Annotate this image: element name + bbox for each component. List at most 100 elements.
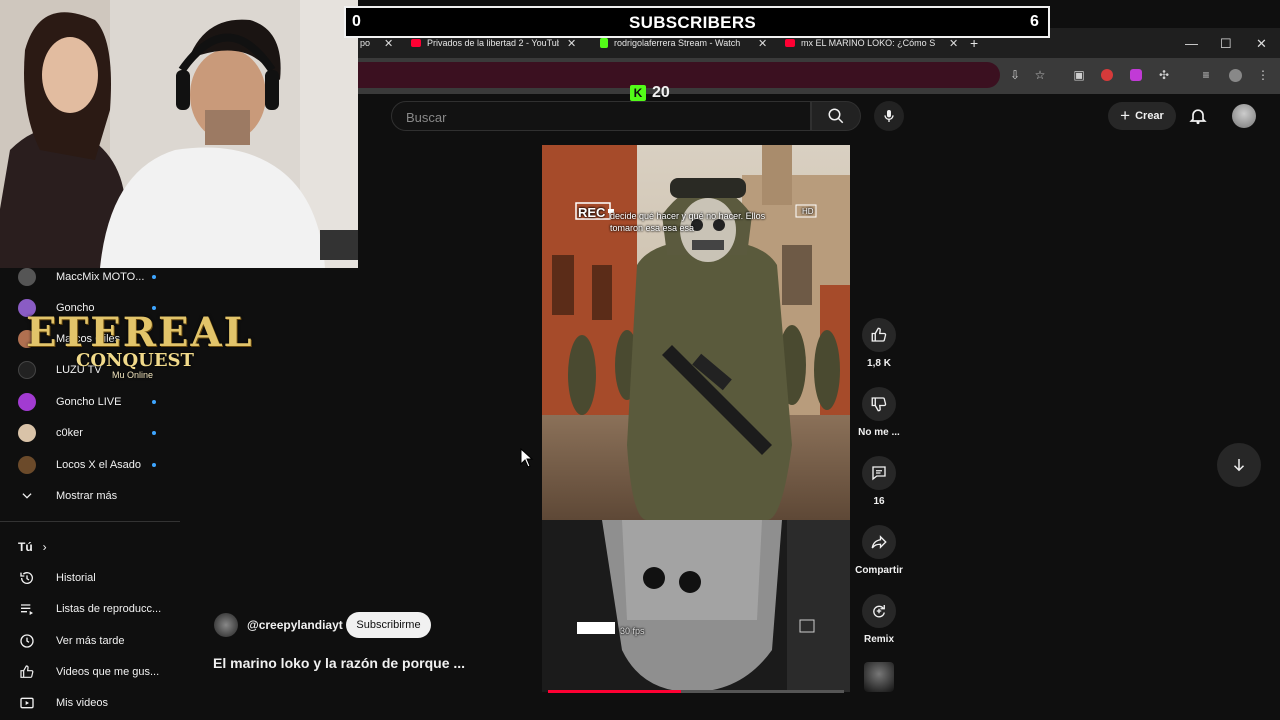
media-control-icon[interactable]: ≡ <box>1199 68 1213 82</box>
notifications-bell-icon[interactable] <box>1188 106 1208 126</box>
sidebar-item-watch-later[interactable]: Ver más tarde <box>18 630 124 652</box>
share-button[interactable] <box>862 525 896 559</box>
short-video-player[interactable] <box>542 145 850 520</box>
close-tab-icon[interactable]: ✕ <box>384 37 393 50</box>
bookmark-star-icon[interactable]: ☆ <box>1033 68 1047 82</box>
sidebar-subscription[interactable]: Goncho LIVE <box>18 391 156 413</box>
remix-button[interactable] <box>862 594 896 628</box>
live-dot <box>152 431 156 435</box>
video-title[interactable]: El marino loko y la razón de porque ... <box>213 655 465 671</box>
tab-label: rodrigolaferrera Stream - Watch <box>614 38 741 48</box>
subscribe-button[interactable]: Subscribirme <box>346 612 431 638</box>
sidebar-item-label: Ver más tarde <box>56 635 125 647</box>
subscribers-start-count: 0 <box>352 13 361 30</box>
video-caption: decide qué hacer y qué no hacer. Ellos t… <box>610 211 766 233</box>
search-input[interactable] <box>404 108 788 126</box>
channel-avatar <box>18 268 36 286</box>
sidebar-divider <box>0 521 180 522</box>
thumbs-up-icon <box>871 327 887 342</box>
chevron-down-icon <box>18 489 36 503</box>
comments-count: 16 <box>873 496 885 507</box>
subscription-name: c0ker <box>56 427 83 439</box>
sidebar-item-label: Videos que me gus... <box>56 666 160 678</box>
tab-label: mx EL MARINO LOKO: ¿Cómo S <box>801 38 936 48</box>
next-short-button[interactable] <box>1217 443 1261 487</box>
subscribers-goal-count: 6 <box>1030 13 1039 30</box>
profile-icon[interactable] <box>1228 68 1242 82</box>
rec-indicator: REC <box>578 205 606 220</box>
live-dot <box>152 275 156 279</box>
show-more-label: Mostrar más <box>56 490 118 502</box>
search-button[interactable] <box>811 101 861 131</box>
subscription-name: Goncho LIVE <box>56 396 122 408</box>
youtube-icon <box>785 39 795 47</box>
sidebar-item-my-videos[interactable]: Mis videos <box>18 692 108 714</box>
subscribers-title: SUBSCRIBERS <box>629 13 757 32</box>
preview-frame <box>542 520 850 692</box>
remix-icon <box>873 605 885 618</box>
video-icon <box>18 695 36 711</box>
channel-avatar[interactable] <box>214 613 238 637</box>
hd-indicator: HD <box>802 207 814 216</box>
thumbs-up-icon <box>18 664 36 680</box>
share-label: Compartir <box>855 565 903 576</box>
webcam-overlay <box>0 0 358 268</box>
close-tab-icon[interactable]: ✕ <box>949 37 958 50</box>
fps-label: 30 fps <box>620 626 645 636</box>
thumbs-down-icon <box>871 397 887 412</box>
voice-search-button[interactable] <box>874 101 904 131</box>
you-label: Tú <box>18 540 33 554</box>
comments-button[interactable] <box>862 456 896 490</box>
live-dot <box>152 400 156 404</box>
sidebar-item-playlists[interactable]: Listas de reproducc... <box>18 598 161 620</box>
channel-name[interactable]: @creepylandiayt <box>247 618 343 632</box>
extension-icon[interactable]: ▣ <box>1072 68 1086 82</box>
sidebar-item-history[interactable]: Historial <box>18 567 96 589</box>
like-count: 1,8 K <box>867 358 891 369</box>
tab-label: po <box>360 38 371 48</box>
channel-avatar <box>18 393 36 411</box>
comment-icon <box>872 466 886 481</box>
channel-avatar <box>18 424 36 442</box>
kick-viewer-number: 20 <box>652 84 670 101</box>
you-section-header[interactable]: Tú › <box>18 536 47 558</box>
minimize-button[interactable]: — <box>1185 36 1198 51</box>
mouse-cursor-icon <box>520 448 534 468</box>
sidebar-subscription[interactable]: MaccMix MOTO... <box>18 266 156 288</box>
sidebar-item-label: Mis videos <box>56 697 108 709</box>
sidebar-item-label: Historial <box>56 572 96 584</box>
subscription-name: Locos X el Asado <box>56 459 142 471</box>
create-button[interactable]: + Crear <box>1108 102 1176 130</box>
close-tab-icon[interactable]: ✕ <box>567 37 576 50</box>
next-short-preview[interactable] <box>542 520 850 692</box>
close-window-button[interactable]: ✕ <box>1256 36 1267 52</box>
sidebar-subscription[interactable]: c0ker <box>18 422 156 444</box>
account-avatar[interactable] <box>1232 104 1256 128</box>
youtube-icon <box>411 39 421 47</box>
dislike-label: No me ... <box>858 427 900 438</box>
webcam-feed <box>0 0 358 268</box>
close-tab-icon[interactable]: ✕ <box>758 37 767 50</box>
playlist-icon <box>18 601 36 617</box>
sidebar-item-liked-videos[interactable]: Videos que me gus... <box>18 661 159 683</box>
extension-purple-icon[interactable] <box>1129 68 1143 82</box>
video-frame <box>542 145 850 520</box>
show-more-button[interactable]: Mostrar más <box>18 485 117 507</box>
maximize-button[interactable]: ☐ <box>1220 36 1232 52</box>
progress-fill <box>548 690 681 693</box>
microphone-icon <box>884 110 894 122</box>
sidebar-item-label: Listas de reproducc... <box>56 603 162 615</box>
extension-red-icon[interactable] <box>1100 68 1114 82</box>
history-icon <box>18 570 36 586</box>
remix-label: Remix <box>863 634 894 645</box>
sidebar-subscription[interactable]: Locos X el Asado <box>18 454 156 476</box>
subscription-name: MaccMix MOTO... <box>56 271 145 283</box>
like-button[interactable] <box>862 318 896 352</box>
dislike-button[interactable] <box>862 387 896 421</box>
menu-kebab-icon[interactable]: ⋮ <box>1256 68 1270 82</box>
install-app-icon[interactable]: ⇩ <box>1008 68 1022 82</box>
puzzle-icon[interactable]: ✣ <box>1157 68 1171 82</box>
tab-label: Privados de la libertad 2 - YouTube <box>427 38 559 48</box>
sound-thumbnail[interactable] <box>864 662 894 692</box>
logo-title: ETEREAL <box>26 309 254 356</box>
